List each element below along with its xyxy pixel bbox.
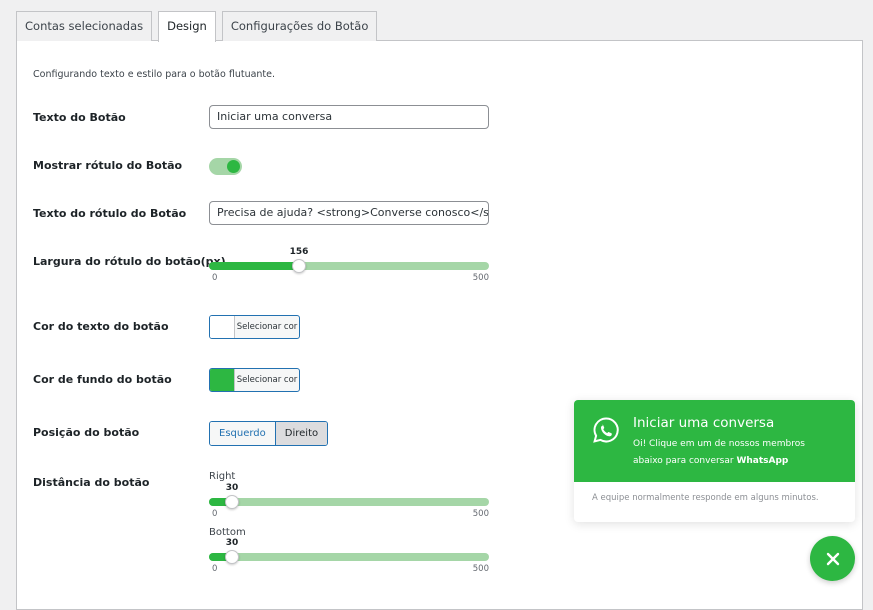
position-right-option[interactable]: Direito: [274, 422, 328, 445]
distance-bottom-label: Bottom: [209, 527, 246, 538]
tab-bar: Contas selecionadas Design Configurações…: [16, 11, 378, 42]
slider-track[interactable]: [209, 259, 489, 273]
whatsapp-icon: [593, 417, 619, 443]
slider-min: 0: [212, 273, 218, 283]
close-icon: [826, 552, 839, 565]
popup-header: Iniciar uma conversa Oi! Clique em um de…: [574, 400, 855, 482]
design-panel: Configurando texto e estilo para o botão…: [16, 40, 863, 610]
slider-thumb[interactable]: [224, 550, 239, 564]
position-toggle: Esquerdo Direito: [209, 421, 329, 446]
intro-text: Configurando texto e estilo para o botão…: [33, 69, 276, 80]
floating-close-button[interactable]: [810, 536, 855, 581]
label-text-input[interactable]: Precisa de ajuda? <strong>Converse conos…: [209, 201, 489, 225]
label-width-label: Largura do rótulo do botão(px): [33, 255, 226, 268]
popup-message: Oi! Clique em um de nossos membros abaix…: [633, 436, 833, 470]
distance-right-slider[interactable]: 30 0 500: [209, 483, 489, 519]
slider-thumb[interactable]: [291, 259, 306, 273]
bg-color-picker[interactable]: Selecionar cor: [209, 368, 300, 392]
bg-color-label: Cor de fundo do botão: [33, 373, 172, 386]
slider-min: 0: [212, 509, 218, 519]
slider-value: 30: [225, 538, 239, 548]
select-color-label: Selecionar cor: [236, 375, 298, 385]
slider-fill: [209, 262, 299, 270]
popup-response-note: A equipe normalmente responde em alguns …: [592, 493, 819, 503]
distance-right-label: Right: [209, 471, 236, 482]
toggle-knob: [227, 160, 240, 173]
slider-value: 30: [225, 483, 239, 493]
text-color-swatch: [210, 316, 235, 338]
slider-value: 156: [289, 247, 309, 257]
show-label-label: Mostrar rótulo do Botão: [33, 159, 183, 172]
text-color-label: Cor do texto do botão: [33, 320, 169, 333]
popup-title: Iniciar uma conversa: [633, 415, 775, 431]
button-text-label: Texto do Botão: [33, 111, 126, 124]
select-color-label: Selecionar cor: [236, 322, 298, 332]
popup-message-bold: WhatsApp: [736, 456, 789, 466]
slider-max: 500: [472, 273, 489, 283]
position-left-option[interactable]: Esquerdo: [210, 422, 275, 445]
label-text-label: Texto do rótulo do Botão: [33, 207, 187, 220]
label-width-slider[interactable]: 156 0 500: [209, 247, 489, 283]
slider-min: 0: [212, 564, 218, 574]
slider-thumb[interactable]: [224, 495, 239, 509]
slider-track[interactable]: [209, 550, 489, 564]
tab-design[interactable]: Design: [158, 11, 216, 42]
distance-label: Distância do botão: [33, 476, 150, 489]
position-label: Posição do botão: [33, 426, 140, 439]
chat-preview-popup: Iniciar uma conversa Oi! Clique em um de…: [574, 400, 855, 522]
tab-contas-selecionadas[interactable]: Contas selecionadas: [16, 11, 153, 41]
bg-color-swatch: [210, 369, 235, 391]
tab-configuracoes-botao[interactable]: Configurações do Botão: [221, 11, 378, 41]
slider-max: 500: [472, 564, 489, 574]
distance-bottom-slider[interactable]: 30 0 500: [209, 538, 489, 574]
button-text-input[interactable]: Iniciar uma conversa: [209, 105, 489, 129]
slider-track[interactable]: [209, 495, 489, 509]
show-label-toggle[interactable]: [209, 158, 242, 175]
slider-max: 500: [472, 509, 489, 519]
text-color-picker[interactable]: Selecionar cor: [209, 315, 300, 339]
